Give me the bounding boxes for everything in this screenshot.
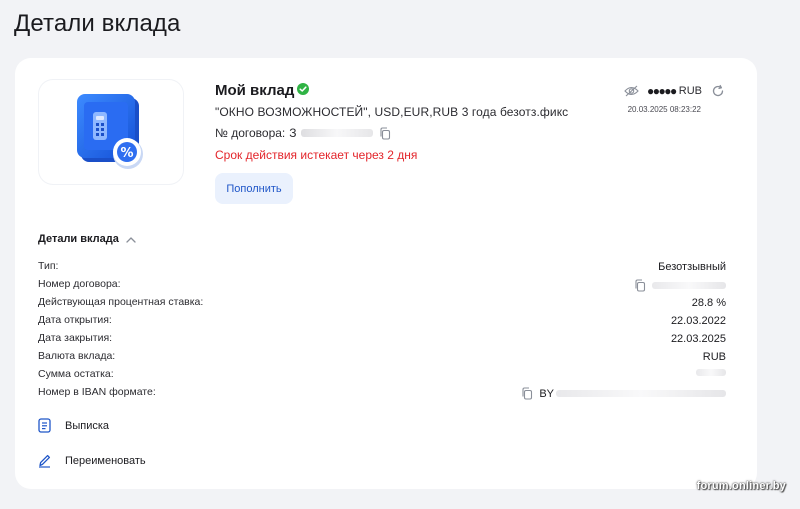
detail-label: Тип: [38, 260, 59, 272]
detail-row-rate: Действующая процентная ставка: 28.8 % [38, 294, 726, 312]
detail-value: Безотзывный [658, 261, 726, 273]
detail-row-balance: Сумма остатка: [38, 366, 726, 384]
contract-label: № договора: [215, 126, 286, 140]
detail-value: 22.03.2022 [670, 315, 726, 327]
detail-value: 28.8 % [691, 297, 726, 309]
contract-masked [300, 129, 373, 137]
safe-icon: % [77, 94, 143, 169]
masked-value [652, 282, 726, 289]
detail-label: Дата закрытия: [38, 332, 113, 344]
deposit-card: % Мой вклад "ОКНО ВОЗМОЖНОСТЕЙ", USD,EUR… [15, 58, 757, 489]
masked-value [696, 369, 726, 376]
svg-text:%: % [120, 146, 133, 161]
copy-icon[interactable] [634, 279, 646, 292]
deposit-name: Мой вклад [215, 82, 295, 99]
rename-label: Переименовать [65, 454, 146, 467]
detail-value: 22.03.2025 [670, 333, 726, 345]
chevron-up-icon [126, 236, 136, 243]
details-list: Тип: Безотзывный Номер договора: Действу… [38, 258, 726, 402]
detail-value: RUB [702, 351, 726, 363]
expiry-warning: Срок действия истекает через 2 дня [215, 148, 418, 162]
detail-label: Сумма остатка: [38, 368, 114, 380]
copy-icon[interactable] [379, 126, 391, 140]
refresh-icon[interactable] [711, 84, 725, 98]
details-section-title: Детали вклада [38, 233, 119, 245]
statement-label: Выписка [65, 419, 110, 432]
hide-balance-icon[interactable] [624, 85, 639, 97]
detail-row-currency: Валюта вклада: RUB [38, 348, 726, 366]
contract-line: № договора: З [215, 126, 391, 140]
contract-value: З [289, 126, 297, 140]
detail-label: Дата открытия: [38, 314, 112, 326]
balance-masked: ●●●●● [647, 84, 677, 98]
detail-value [696, 369, 726, 376]
detail-row-close-date: Дата закрытия: 22.03.2025 [38, 330, 726, 348]
detail-row-open-date: Дата открытия: 22.03.2022 [38, 312, 726, 330]
page-title: Детали вклада [14, 10, 181, 37]
detail-row-type: Тип: Безотзывный [38, 258, 726, 276]
statement-action[interactable]: Выписка [38, 418, 109, 433]
detail-label: Действующая процентная ставка: [38, 296, 204, 308]
details-section-toggle[interactable]: Детали вклада [38, 233, 136, 245]
detail-row-contract: Номер договора: [38, 276, 726, 294]
iban-prefix: BY [539, 387, 554, 400]
topup-button[interactable]: Пополнить [215, 173, 293, 204]
deposit-product: "ОКНО ВОЗМОЖНОСТЕЙ", USD,EUR,RUB 3 года … [215, 105, 569, 119]
balance-row: ●●●●● RUB [624, 84, 725, 98]
watermark: forum.onliner.by [696, 480, 786, 492]
detail-value: BY [521, 387, 726, 400]
balance-timestamp: 20.03.2025 08:23:22 [627, 105, 701, 114]
document-icon [38, 418, 51, 433]
detail-label: Валюта вклада: [38, 350, 116, 362]
verified-check-icon [297, 83, 309, 95]
balance-currency: RUB [678, 85, 702, 97]
detail-row-iban: Номер в IBAN формате: BY [38, 384, 726, 402]
masked-value [556, 390, 726, 397]
detail-label: Номер в IBAN формате: [38, 386, 156, 398]
pencil-icon [39, 454, 51, 468]
detail-value [634, 279, 726, 292]
rename-action[interactable]: Переименовать [38, 453, 146, 468]
detail-label: Номер договора: [38, 278, 121, 290]
copy-icon[interactable] [521, 387, 533, 400]
deposit-illustration: % [39, 80, 183, 184]
